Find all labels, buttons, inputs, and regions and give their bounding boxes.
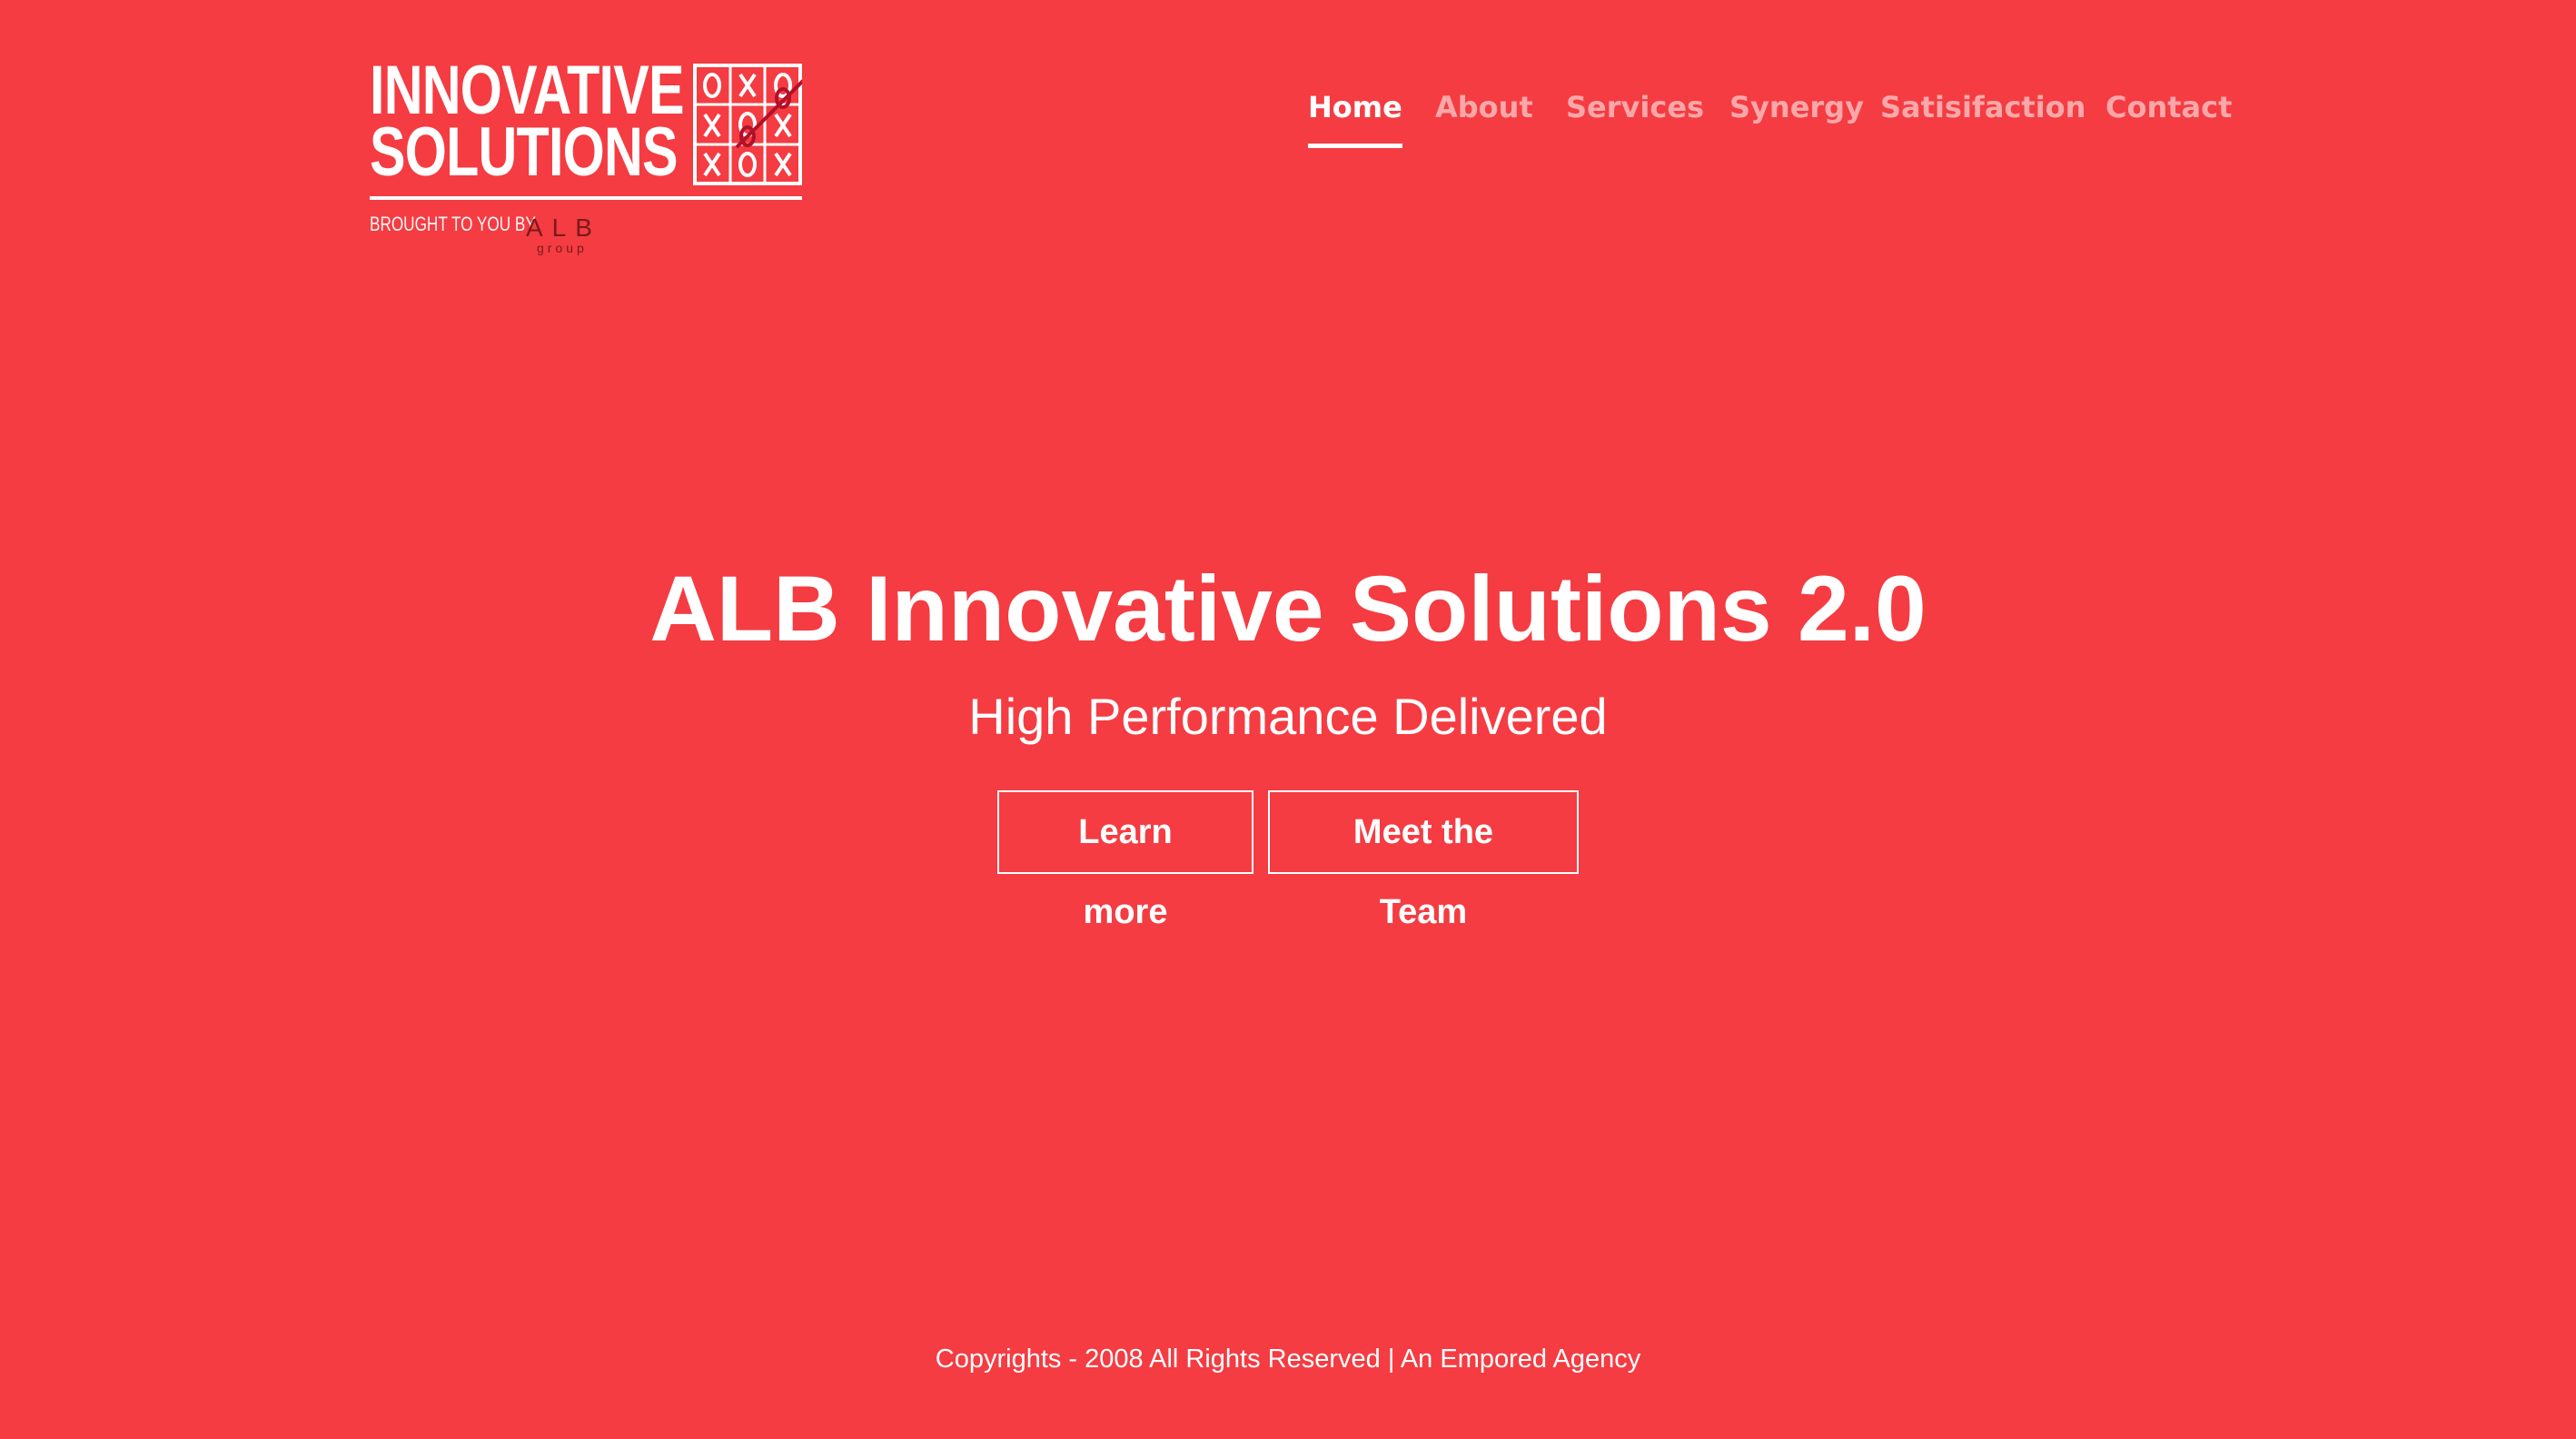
logo-line-2: SOLUTIONS bbox=[370, 114, 679, 191]
logo-byline: BROUGHT TO YOU BY bbox=[370, 213, 536, 235]
nav-item-home[interactable]: Home bbox=[1308, 85, 1402, 148]
copyright-text: Copyrights - 2008 All Rights Reserved | … bbox=[935, 1345, 1641, 1374]
logo-line-1: INNOVATIVE bbox=[370, 52, 684, 129]
learn-more-button[interactable]: Learn more bbox=[997, 790, 1253, 931]
nav-item-services[interactable]: Services bbox=[1566, 85, 1704, 129]
nav-item-about[interactable]: About bbox=[1435, 85, 1533, 129]
hero-title: ALB Innovative Solutions 2.0 bbox=[649, 557, 1927, 660]
nav-item-satisfaction[interactable]: Satisifaction bbox=[1880, 85, 2086, 129]
site-footer: Copyrights - 2008 All Rights Reserved | … bbox=[0, 1341, 2576, 1377]
meet-the-team-button[interactable]: Meet the Team bbox=[1268, 790, 1579, 931]
hero-section: ALB Innovative Solutions 2.0 High Perfor… bbox=[0, 554, 2576, 931]
logo-wordmark: INNOVATIVE SOLUTIONS bbox=[370, 52, 684, 191]
nav-item-label: Home bbox=[1308, 90, 1402, 124]
nav-item-contact[interactable]: Contact bbox=[2105, 85, 2232, 129]
svg-text:group: group bbox=[537, 241, 588, 255]
hero-button-group: Learn more Meet the Team bbox=[0, 790, 2576, 931]
logo-divider bbox=[370, 196, 802, 200]
svg-text:ALB: ALB bbox=[526, 213, 601, 242]
alb-group-logo: ALB group bbox=[526, 213, 601, 255]
site-logo[interactable]: INNOVATIVE SOLUTIONS BROUGHT TO YOU BY A… bbox=[370, 38, 828, 265]
nav-item-synergy[interactable]: Synergy bbox=[1729, 85, 1864, 129]
tic-tac-toe-grid-icon bbox=[693, 64, 802, 185]
active-nav-indicator bbox=[1308, 144, 1402, 148]
hero-subtitle: High Performance Delivered bbox=[968, 688, 1608, 745]
